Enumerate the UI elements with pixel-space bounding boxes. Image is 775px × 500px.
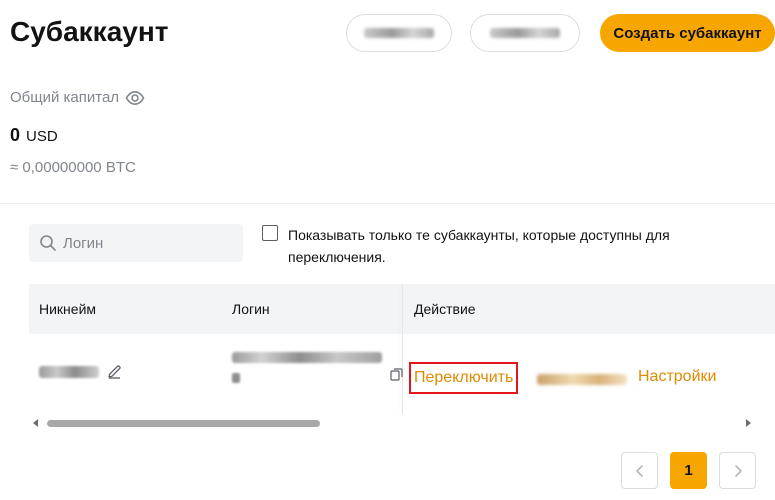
horizontal-scrollbar[interactable] xyxy=(29,415,755,431)
scroll-left-arrow-icon[interactable] xyxy=(33,419,38,427)
redacted-login-tail xyxy=(232,373,240,383)
balance-amount: 0 xyxy=(10,125,21,145)
table-row: Переключить Настройки xyxy=(29,334,775,414)
redacted-nickname xyxy=(39,365,99,378)
balance-currency: USD xyxy=(26,128,58,145)
copy-icon[interactable] xyxy=(390,368,403,381)
scroll-right-arrow-icon[interactable] xyxy=(746,419,751,427)
chevron-left-icon xyxy=(635,464,643,477)
redacted-label xyxy=(490,28,560,38)
page-1-button[interactable]: 1 xyxy=(670,452,707,489)
total-capital-label: Общий капитал xyxy=(10,89,145,106)
balance-usd: 0 USD xyxy=(10,125,58,146)
switch-account-link[interactable]: Переключить xyxy=(409,362,519,394)
column-header-login: Логин xyxy=(232,301,270,317)
next-page-button[interactable] xyxy=(719,452,756,489)
scrollbar-thumb[interactable] xyxy=(47,420,320,427)
subaccounts-table: Никнейм Логин Действие Переключить Настр… xyxy=(29,284,775,429)
redacted-login xyxy=(232,352,382,363)
previous-page-button[interactable] xyxy=(621,452,658,489)
redacted-label xyxy=(364,28,434,38)
available-only-label: Показывать только те субаккаунты, которы… xyxy=(288,227,670,265)
nickname-cell xyxy=(39,364,122,379)
column-header-action: Действие xyxy=(414,301,476,317)
available-only-filter[interactable]: Показывать только те субаккаунты, которы… xyxy=(262,224,728,268)
login-search-field[interactable] xyxy=(29,224,243,262)
settings-link[interactable]: Настройки xyxy=(638,368,716,386)
redacted-action-link[interactable] xyxy=(537,374,627,385)
login-cell xyxy=(232,352,382,383)
balance-btc: ≈ 0,00000000 BTC xyxy=(10,159,136,176)
total-capital-text: Общий капитал xyxy=(10,89,120,106)
available-only-checkbox[interactable] xyxy=(262,225,278,241)
eye-icon[interactable] xyxy=(125,90,145,106)
search-icon xyxy=(40,235,56,251)
column-header-nickname: Никнейм xyxy=(39,301,97,317)
create-subaccount-button[interactable]: Создать субаккаунт xyxy=(600,14,775,52)
account-filter-button-2[interactable] xyxy=(470,14,580,52)
account-filter-button-1[interactable] xyxy=(346,14,452,52)
chevron-right-icon xyxy=(734,464,742,477)
edit-icon[interactable] xyxy=(107,364,122,379)
section-divider xyxy=(0,203,775,204)
search-input[interactable] xyxy=(63,234,223,252)
page-title: Субаккаунт xyxy=(10,16,169,47)
